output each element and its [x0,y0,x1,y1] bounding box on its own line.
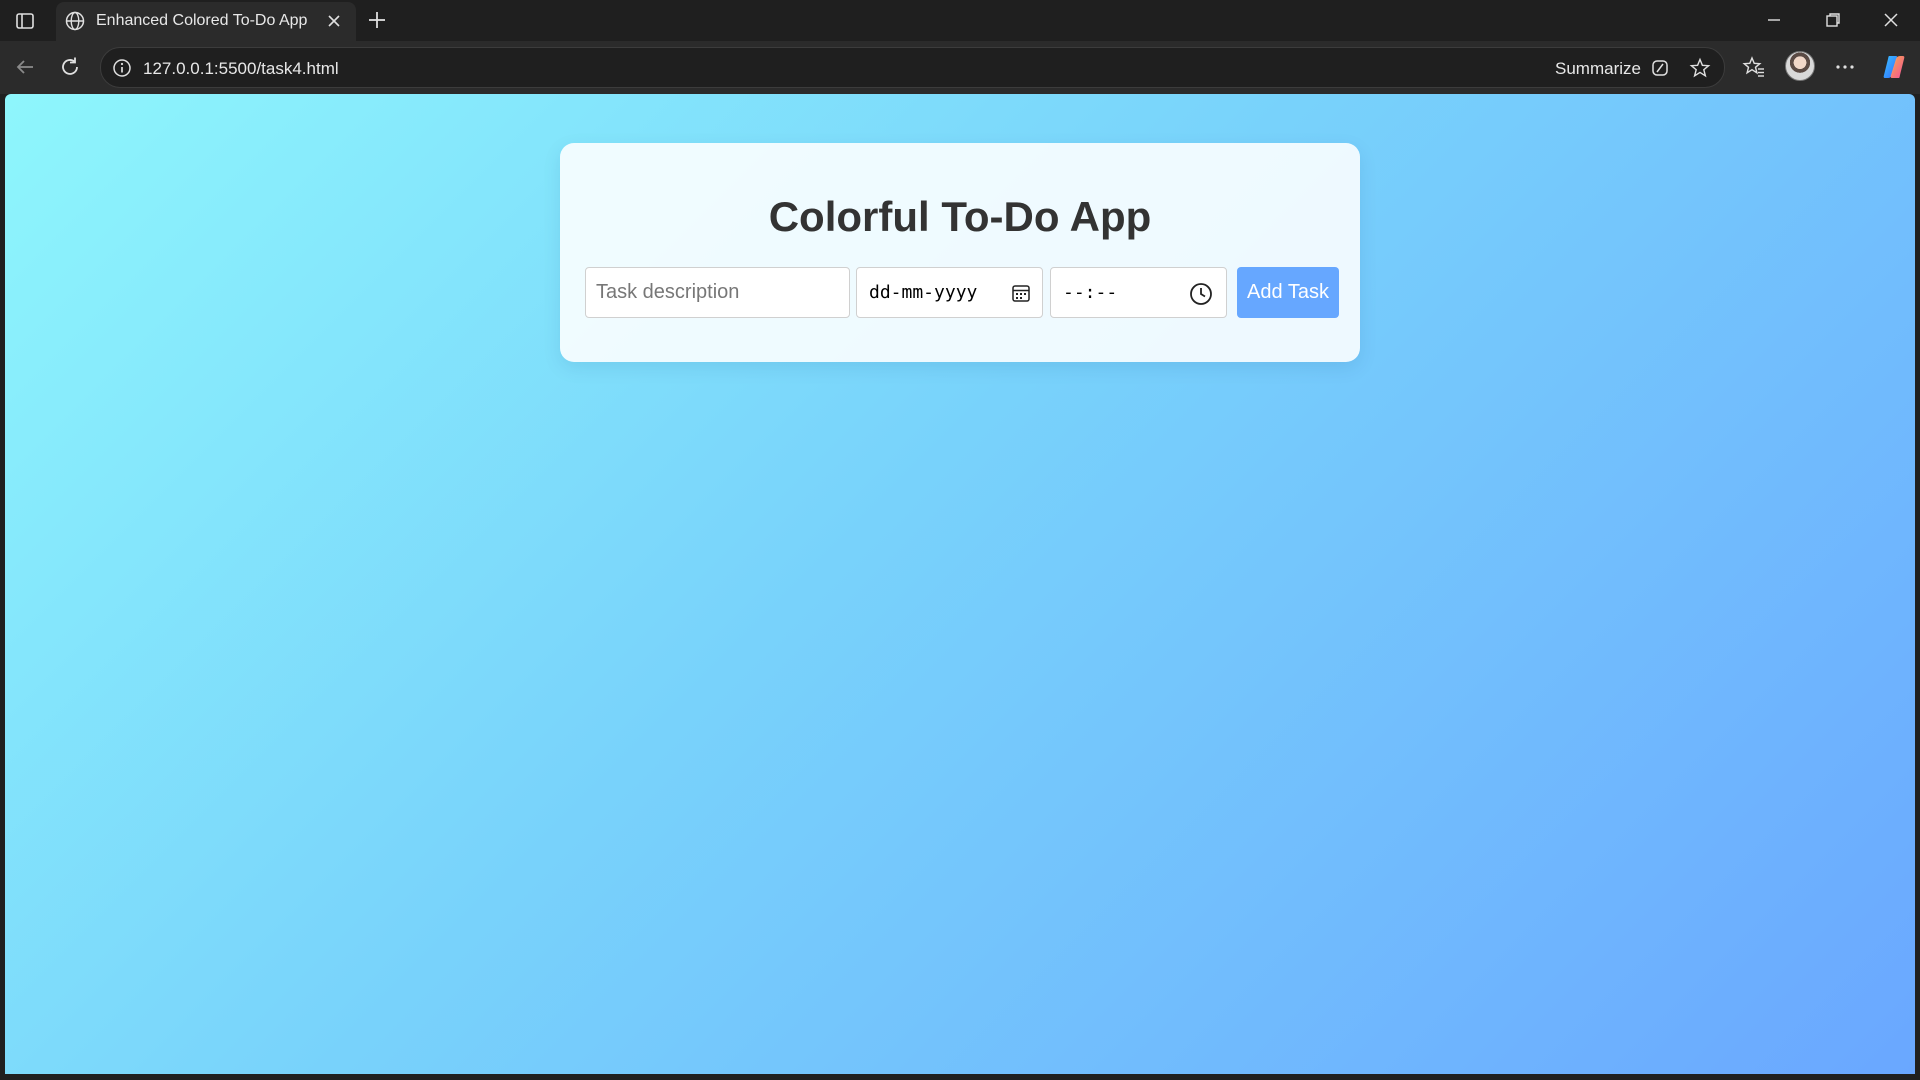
new-tab-icon[interactable] [365,8,389,32]
page-title: Colorful To-Do App [768,193,1152,240]
clock-icon[interactable] [1188,281,1212,305]
favorite-star-icon[interactable] [1689,57,1711,79]
tab-active[interactable]: Enhanced Colored To-Do App [56,2,356,41]
date-input[interactable]: dd-mm-yyyy [856,267,1043,318]
task-description-input[interactable] [585,267,850,318]
reload-icon[interactable] [57,54,83,80]
url-text[interactable]: 127.0.0.1:5500/task4.html [143,59,339,79]
tab-strip: Enhanced Colored To-Do App [0,0,1920,41]
back-icon[interactable] [12,54,38,80]
copilot-icon[interactable] [1880,53,1908,81]
add-task-button[interactable]: Add Task [1237,267,1339,318]
site-info-icon[interactable] [111,57,133,79]
sidebar-toggle-icon[interactable] [14,10,36,32]
time-input[interactable]: --:-- [1050,267,1227,318]
more-options-icon[interactable] [1832,54,1858,80]
tab-title: Enhanced Colored To-Do App [96,12,308,29]
profile-avatar[interactable] [1785,51,1815,81]
minimize-icon[interactable] [1762,8,1786,32]
close-window-icon[interactable] [1879,8,1903,32]
date-placeholder: dd-mm-yyyy [869,282,978,303]
globe-icon [64,10,86,32]
page-viewport: Colorful To-Do App dd-mm-yyyy --:-- Add … [5,94,1915,1074]
todo-card: Colorful To-Do App dd-mm-yyyy --:-- Add … [560,143,1360,362]
calendar-icon[interactable] [1009,281,1033,305]
summarize-button[interactable]: Summarize [1555,59,1641,79]
address-bar[interactable]: 127.0.0.1:5500/task4.html Summarize [100,47,1725,88]
summarize-icon[interactable] [1649,57,1671,79]
close-icon[interactable] [324,11,344,31]
restore-icon[interactable] [1821,8,1845,32]
favorites-icon[interactable] [1741,54,1767,80]
time-placeholder: --:-- [1063,282,1118,303]
browser-toolbar: 127.0.0.1:5500/task4.html Summarize [0,41,1920,94]
